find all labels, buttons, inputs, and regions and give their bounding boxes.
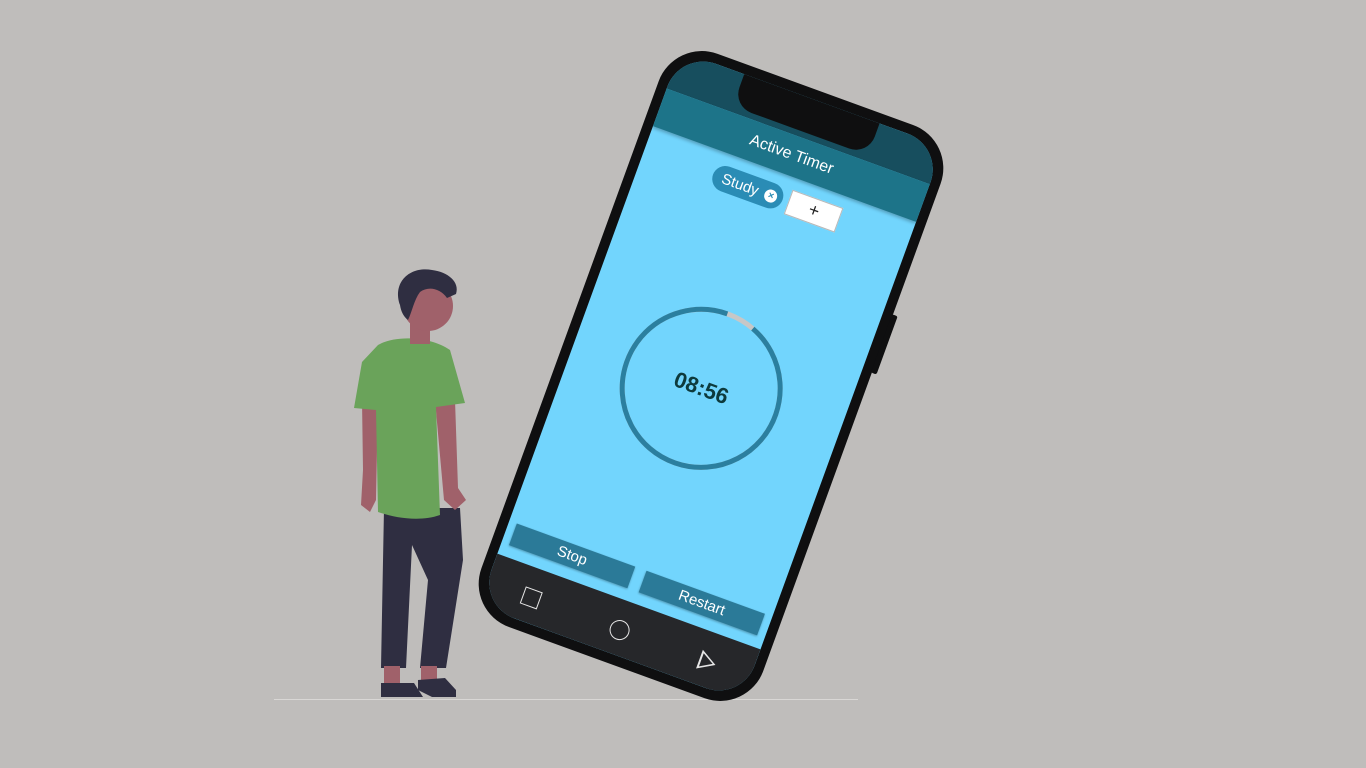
timer-ring: 08:56	[592, 279, 810, 497]
recent-apps-icon[interactable]	[519, 585, 543, 609]
tag-chip-label: Study	[719, 169, 762, 200]
back-icon[interactable]	[695, 649, 719, 674]
timer-display: 08:56	[670, 366, 733, 410]
ground-line	[274, 699, 858, 700]
home-icon[interactable]	[606, 616, 633, 643]
close-icon[interactable]: ×	[762, 187, 780, 204]
add-tag-button[interactable]: +	[783, 189, 844, 233]
